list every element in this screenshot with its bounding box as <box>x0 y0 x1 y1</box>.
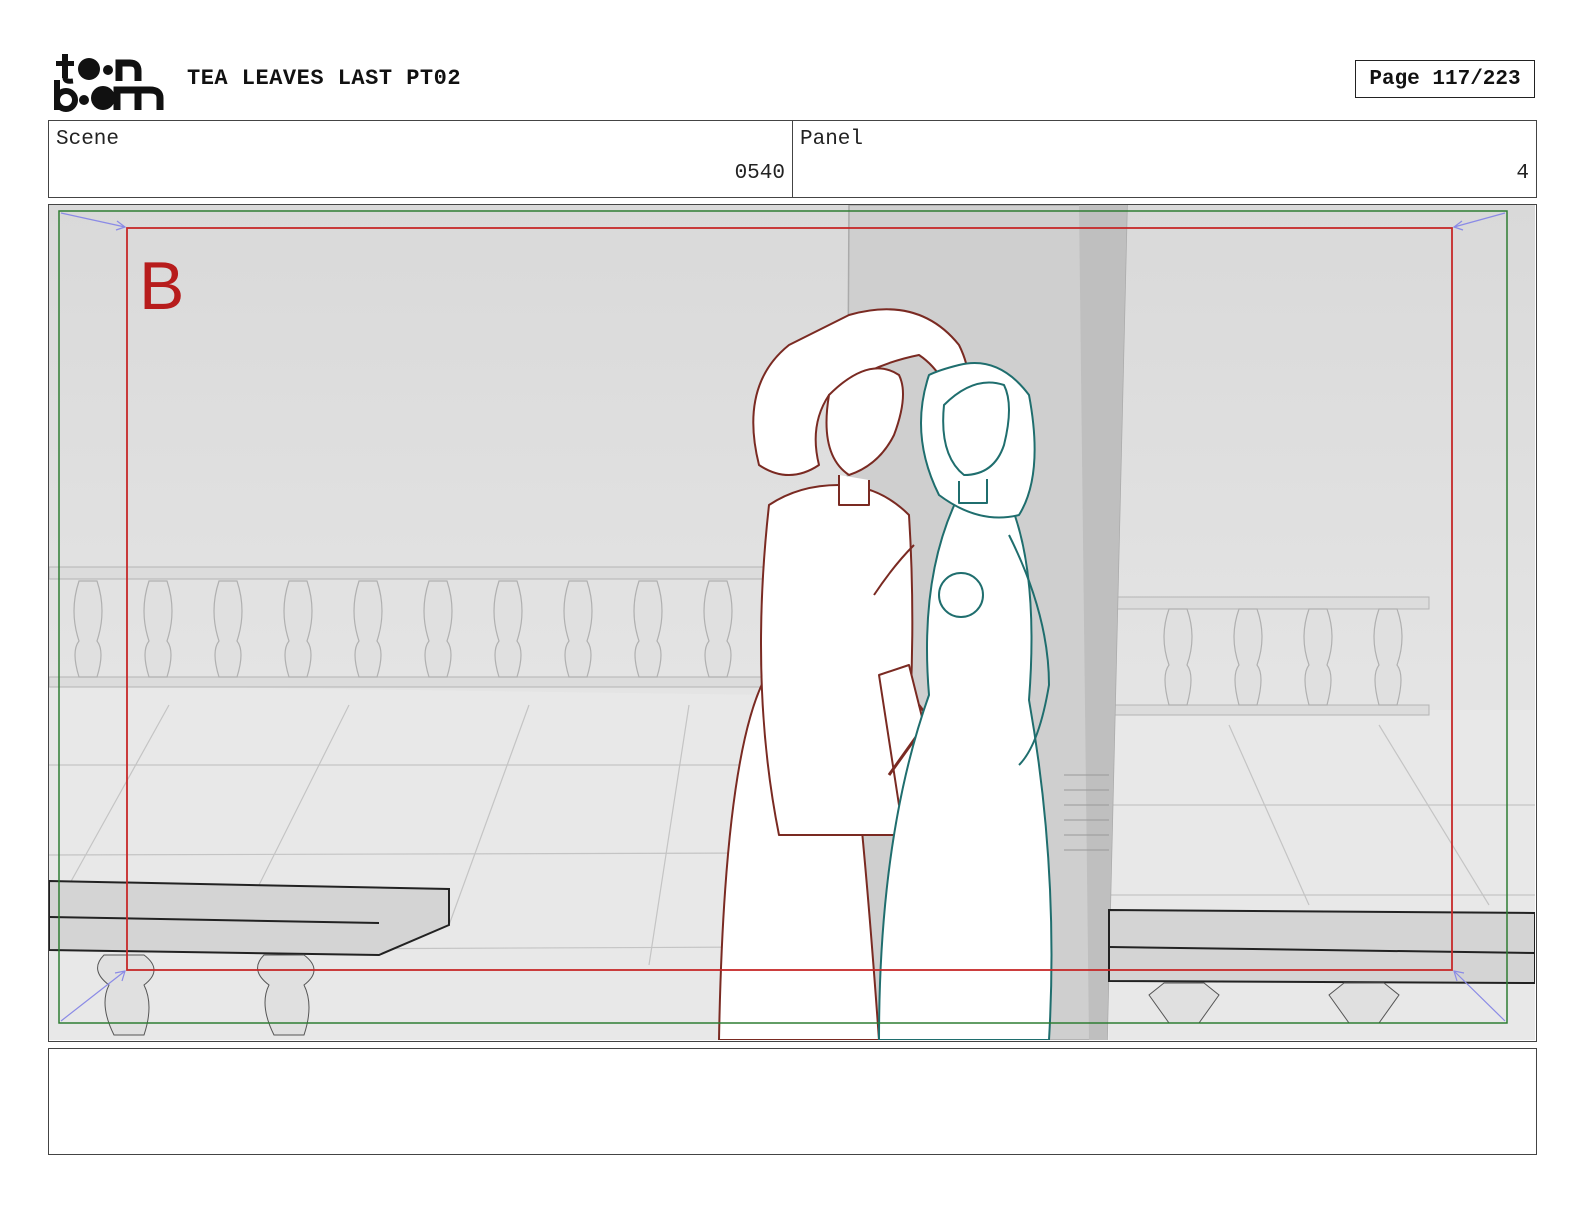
scene-panel-info: Scene 0540 Panel 4 <box>48 120 1537 198</box>
panel-drawing: B <box>49 205 1535 1040</box>
deck-floor-left <box>49 685 769 1040</box>
page-number: Page 117/223 <box>1355 60 1535 98</box>
toon-boom-logo <box>54 54 164 112</box>
scene-number: 0540 <box>734 162 785 185</box>
panel-number: 4 <box>1516 162 1529 185</box>
panel-cell: Panel 4 <box>792 121 1536 197</box>
scene-cell: Scene 0540 <box>49 121 792 197</box>
notes-box <box>48 1048 1537 1155</box>
panel-label: Panel <box>800 128 864 151</box>
project-title: TEA LEAVES LAST PT02 <box>187 66 462 91</box>
scene-label: Scene <box>56 128 120 151</box>
storyboard-frame: B <box>48 204 1537 1042</box>
safe-area-marker: B <box>139 248 184 324</box>
